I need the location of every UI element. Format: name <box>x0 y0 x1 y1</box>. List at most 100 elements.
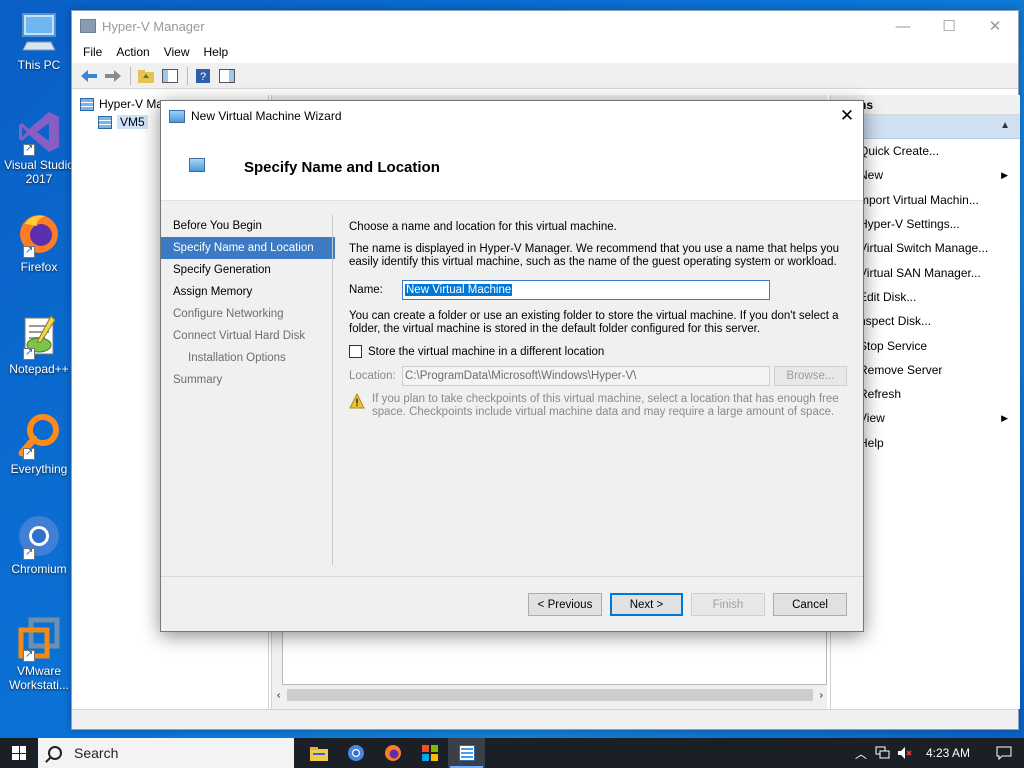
maximize-button[interactable]: ☐ <box>926 11 972 41</box>
store-icon <box>421 745 438 761</box>
step-configure-networking[interactable]: Configure Networking <box>161 303 335 325</box>
next-button[interactable]: Next > <box>610 593 683 616</box>
close-button[interactable]: ✕ <box>972 11 1018 41</box>
desktop-icon-this-pc[interactable]: This PC <box>4 8 74 72</box>
show-hide-action-pane-icon[interactable] <box>216 66 238 86</box>
menu-bar: File Action View Help <box>72 41 1018 63</box>
submenu-arrow-icon: ▶ <box>1001 412 1008 423</box>
wizard-page-title: Specify Name and Location <box>244 159 440 176</box>
dialog-close-button[interactable]: ✕ <box>831 101 863 131</box>
show-hide-tree-icon[interactable] <box>159 66 181 86</box>
intro-text: Choose a name and location for this virt… <box>349 221 617 233</box>
taskbar-hyperv-manager[interactable] <box>448 738 485 768</box>
wizard-steps: Before You Begin Specify Name and Locati… <box>161 215 335 565</box>
desktop-icon-everything[interactable]: Everything <box>4 412 74 476</box>
desktop-icon-firefox[interactable]: Firefox <box>4 210 74 274</box>
store-location-row: Store the virtual machine in a different… <box>349 345 849 358</box>
dialog-titlebar[interactable]: New Virtual Machine Wizard ✕ <box>161 101 863 131</box>
search-label: Search <box>74 745 119 761</box>
wizard-content: Choose a name and location for this virt… <box>349 221 849 419</box>
shortcut-arrow-icon <box>23 446 35 460</box>
toolbar: ? <box>72 63 1018 89</box>
name-row: Name: New Virtual Machine <box>349 280 849 300</box>
back-arrow-icon[interactable] <box>78 66 100 86</box>
taskbar: Search ︿ 4:23 AM <box>0 738 1024 768</box>
previous-button[interactable]: < Previous <box>528 593 602 616</box>
step-installation-options[interactable]: Installation Options <box>161 347 335 369</box>
menu-action[interactable]: Action <box>109 45 156 59</box>
submenu-arrow-icon: ▶ <box>1001 169 1008 180</box>
hyperv-manager-icon <box>80 19 96 33</box>
chevron-up-icon[interactable]: ︿ <box>850 745 872 762</box>
chromium-icon <box>15 512 63 560</box>
window-titlebar[interactable]: Hyper-V Manager — ☐ ✕ <box>72 11 1018 41</box>
notepadpp-icon <box>15 312 63 360</box>
firefox-icon <box>384 745 401 761</box>
warning-icon <box>349 393 365 409</box>
step-before-you-begin[interactable]: Before You Begin <box>161 215 335 237</box>
minimize-button[interactable]: — <box>880 11 926 41</box>
virtual-machine-icon <box>169 109 185 123</box>
status-bar <box>72 709 1018 729</box>
taskbar-microsoft-store[interactable] <box>411 738 448 768</box>
notification-center-icon[interactable] <box>984 746 1024 760</box>
visual-studio-icon <box>15 108 63 156</box>
up-folder-icon[interactable] <box>135 66 157 86</box>
shortcut-arrow-icon <box>23 142 35 156</box>
system-tray: ︿ 4:23 AM <box>850 738 1024 768</box>
name-input[interactable]: New Virtual Machine <box>402 280 770 300</box>
cancel-button[interactable]: Cancel <box>773 593 847 616</box>
desktop-icon-chromium[interactable]: Chromium <box>4 512 74 576</box>
desktop-icon-notepadpp[interactable]: Notepad++ <box>4 312 74 376</box>
vmware-icon <box>15 614 63 662</box>
folder-icon <box>309 746 328 761</box>
tree-node-label: VM5 <box>117 115 148 129</box>
checkpoint-warning: If you plan to take checkpoints of this … <box>349 393 849 419</box>
store-location-label[interactable]: Store the virtual machine in a different… <box>368 346 604 358</box>
shortcut-arrow-icon <box>23 346 35 360</box>
windows-logo-icon <box>12 746 26 760</box>
location-row: Location: C:\ProgramData\Microsoft\Windo… <box>349 366 849 386</box>
store-location-checkbox[interactable] <box>349 345 362 358</box>
menu-file[interactable]: File <box>76 45 109 59</box>
name-description: The name is displayed in Hyper-V Manager… <box>349 243 840 268</box>
taskbar-firefox[interactable] <box>374 738 411 768</box>
desktop-icon-label: Notepad++ <box>9 362 69 376</box>
network-icon[interactable] <box>872 746 894 760</box>
browse-button[interactable]: Browse... <box>774 366 847 386</box>
step-summary[interactable]: Summary <box>161 369 335 391</box>
menu-help[interactable]: Help <box>197 45 236 59</box>
desktop-icon-vmware[interactable]: VMware Workstati... <box>4 614 74 692</box>
svg-text:?: ? <box>200 71 206 83</box>
desktop-icon-visual-studio[interactable]: Visual Studio 2017 <box>4 108 74 186</box>
horizontal-scrollbar[interactable]: ‹ › <box>274 687 826 703</box>
taskbar-clock[interactable]: 4:23 AM <box>916 746 984 760</box>
step-assign-memory[interactable]: Assign Memory <box>161 281 335 303</box>
finish-button[interactable]: Finish <box>691 593 765 616</box>
volume-muted-icon[interactable] <box>894 746 916 760</box>
desktop-icon-label: Chromium <box>11 562 67 576</box>
taskbar-search-box[interactable]: Search <box>38 738 294 768</box>
scroll-right-icon[interactable]: › <box>817 690 826 701</box>
window-title: Hyper-V Manager <box>102 18 205 34</box>
shortcut-arrow-icon <box>23 648 35 662</box>
taskbar-file-explorer[interactable] <box>300 738 337 768</box>
location-input[interactable]: C:\ProgramData\Microsoft\Windows\Hyper-V… <box>402 366 770 386</box>
toolbar-separator <box>187 66 188 85</box>
everything-search-icon <box>15 412 63 460</box>
step-specify-generation[interactable]: Specify Generation <box>161 259 335 281</box>
step-specify-name-and-location[interactable]: Specify Name and Location <box>161 237 335 259</box>
computer-icon <box>15 8 63 56</box>
step-connect-virtual-hard-disk[interactable]: Connect Virtual Hard Disk <box>161 325 335 347</box>
help-icon[interactable]: ? <box>192 66 214 86</box>
tree-node-label: Hyper-V Ma <box>99 97 164 111</box>
forward-arrow-icon[interactable] <box>102 66 124 86</box>
taskbar-apps <box>300 738 485 768</box>
start-button[interactable] <box>0 738 38 768</box>
menu-view[interactable]: View <box>157 45 197 59</box>
taskbar-chromium[interactable] <box>337 738 374 768</box>
desktop-icon-label: Firefox <box>20 260 58 274</box>
virtual-machine-icon <box>189 158 205 172</box>
scrollbar-thumb[interactable] <box>287 689 813 701</box>
scroll-left-icon[interactable]: ‹ <box>274 690 283 701</box>
